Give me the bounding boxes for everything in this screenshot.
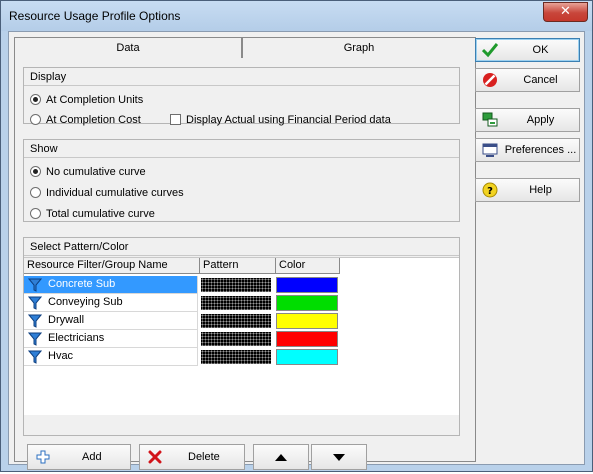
cancel-icon [483,73,497,87]
delete-x-icon [148,450,162,464]
apply-button[interactable]: Apply [475,108,580,132]
pattern-swatch[interactable] [200,331,272,347]
preferences-button[interactable]: Preferences ... [475,138,580,162]
filter-icon [28,296,42,310]
pattern-swatch[interactable] [200,349,272,365]
svg-text:?: ? [487,186,493,197]
tab-graph[interactable]: Graph [242,37,476,59]
tab-strip: Data Graph [14,37,476,59]
radio-button-icon[interactable] [30,208,41,219]
filter-icon [28,278,42,292]
filter-icon [28,332,42,346]
radio-button-icon[interactable] [30,114,41,125]
window-title: Resource Usage Profile Options [9,9,181,23]
pattern-color-group-header: Select Pattern/Color [24,238,459,256]
display-group: Display At Completion Units At Completio… [23,67,460,126]
checkbox-icon[interactable] [170,114,181,125]
cancel-button[interactable]: Cancel [475,68,580,92]
color-swatch[interactable] [276,331,338,347]
tab-data[interactable]: Data [14,37,242,59]
apply-icon [482,112,498,127]
table-row[interactable]: Hvac [24,348,340,366]
pattern-swatch[interactable] [200,277,272,293]
row-name-cell[interactable]: Drywall [24,312,198,330]
row-name-cell[interactable]: Conveying Sub [24,294,198,312]
dialog-client-area: Data Graph Display At Completion Units A… [8,31,585,470]
tab-panel-data: Display At Completion Units At Completio… [14,58,476,470]
checkmark-icon [482,43,498,58]
help-icon: ? [482,182,498,198]
color-swatch[interactable] [276,295,338,311]
radio-button-icon[interactable] [30,94,41,105]
preferences-icon [482,143,498,157]
color-swatch[interactable] [276,313,338,329]
color-swatch[interactable] [276,277,338,293]
radio-no-cumulative-curve[interactable]: No cumulative curve [30,164,146,180]
table-row[interactable]: Drywall [24,312,340,330]
checkbox-display-actual[interactable]: Display Actual using Financial Period da… [170,112,391,128]
close-icon: ✕ [560,4,571,19]
pattern-swatch[interactable] [200,295,272,311]
plus-icon [36,450,50,464]
radio-button-icon[interactable] [30,166,41,177]
grid-toolbar: Add Delete [23,444,460,474]
help-button[interactable]: ? Help [475,178,580,202]
add-button[interactable]: Add [27,444,131,470]
arrow-down-icon [333,454,345,461]
row-name-cell[interactable]: Electricians [24,330,198,348]
color-swatch[interactable] [276,349,338,365]
display-group-header: Display [24,68,459,86]
delete-button[interactable]: Delete [139,444,245,470]
row-name-cell[interactable]: Concrete Sub [24,276,198,294]
arrow-up-icon [275,454,287,461]
filter-icon [28,314,42,328]
column-header-color[interactable]: Color [276,258,340,274]
row-name-cell[interactable]: Hvac [24,348,198,366]
table-row[interactable]: Electricians [24,330,340,348]
close-button[interactable]: ✕ [543,2,588,22]
pattern-swatch[interactable] [200,313,272,329]
dialog-window: Resource Usage Profile Options ✕ Data Gr… [0,0,593,472]
show-group-header: Show [24,140,459,158]
radio-individual-cumulative-curves[interactable]: Individual cumulative curves [30,185,184,201]
column-header-name[interactable]: Resource Filter/Group Name [24,258,200,274]
table-row[interactable]: Conveying Sub [24,294,340,312]
column-header-pattern[interactable]: Pattern [200,258,276,274]
show-group: Show No cumulative curve Individual cumu… [23,139,460,222]
move-down-button[interactable] [311,444,367,470]
pattern-color-group: Select Pattern/Color Resource Filter/Gro… [23,237,460,436]
radio-at-completion-cost[interactable]: At Completion Cost [30,112,141,128]
table-row[interactable]: Concrete Sub [24,276,340,294]
radio-total-cumulative-curve[interactable]: Total cumulative curve [30,206,155,222]
ok-button[interactable]: OK [475,38,580,62]
radio-at-completion-units[interactable]: At Completion Units [30,92,143,108]
resource-grid[interactable]: Resource Filter/Group Name Pattern Color… [24,257,459,415]
radio-button-icon[interactable] [30,187,41,198]
filter-icon [28,350,42,364]
move-up-button[interactable] [253,444,309,470]
title-bar[interactable]: Resource Usage Profile Options ✕ [1,1,592,31]
